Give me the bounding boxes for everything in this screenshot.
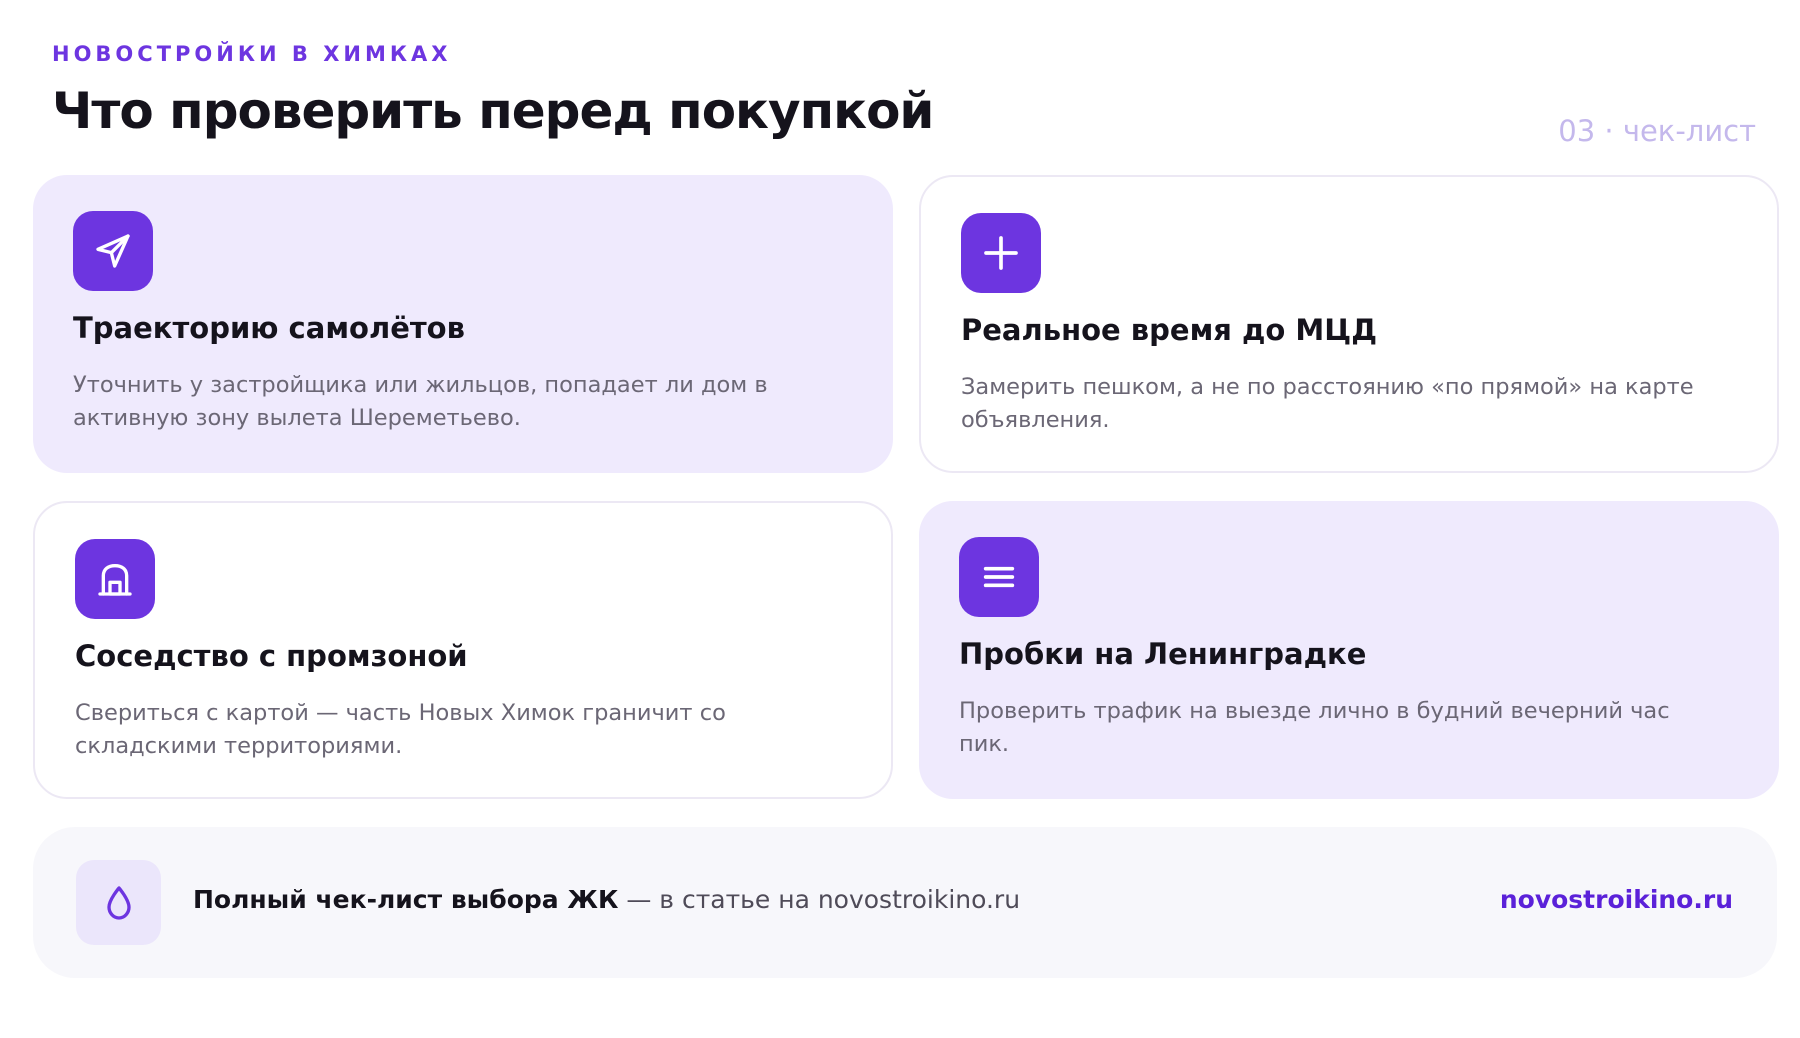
- checklist-card-traffic: Пробки на Ленинградке Проверить трафик н…: [919, 501, 1779, 799]
- card-title: Траекторию самолётов: [73, 311, 465, 345]
- menu-lines-icon: [959, 537, 1039, 617]
- card-description: Проверить трафик на выезде лично в будни…: [959, 698, 1670, 757]
- card-title: Соседство с промзоной: [75, 639, 468, 673]
- checklist-card-flights: Траекторию самолётов Уточнить у застройщ…: [33, 175, 893, 473]
- droplet-icon: [76, 860, 161, 945]
- card-title: Пробки на Ленинградке: [959, 637, 1367, 671]
- plus-icon: [961, 213, 1041, 293]
- checklist-card-mcd: Реальное время до МЦД Замерить пешком, а…: [919, 175, 1779, 473]
- card-description: Уточнить у застройщика или жильцов, попа…: [73, 372, 768, 431]
- paper-plane-icon: [73, 211, 153, 291]
- footer-banner: Полный чек-лист выбора ЖК — в статье на …: [33, 827, 1777, 978]
- site-link[interactable]: novostroikino.ru: [1500, 885, 1733, 914]
- warehouse-icon: [75, 539, 155, 619]
- page-label: 03 · чек-лист: [1558, 114, 1756, 148]
- footer-rest-text: — в статье на novostroikino.ru: [618, 885, 1021, 914]
- card-description: Свериться с картой — часть Новых Химок г…: [75, 700, 726, 759]
- card-title: Реальное время до МЦД: [961, 313, 1378, 347]
- card-description: Замерить пешком, а не по расстоянию «по …: [961, 374, 1694, 433]
- page-title: Что проверить перед покупкой: [52, 82, 934, 140]
- eyebrow-label: НОВОСТРОЙКИ В ХИМКАХ: [52, 42, 452, 66]
- footer-bold-text: Полный чек-лист выбора ЖК: [193, 885, 619, 914]
- footer-text: Полный чек-лист выбора ЖК — в статье на …: [193, 885, 1020, 914]
- checklist-card-industrial: Соседство с промзоной Свериться с картой…: [33, 501, 893, 799]
